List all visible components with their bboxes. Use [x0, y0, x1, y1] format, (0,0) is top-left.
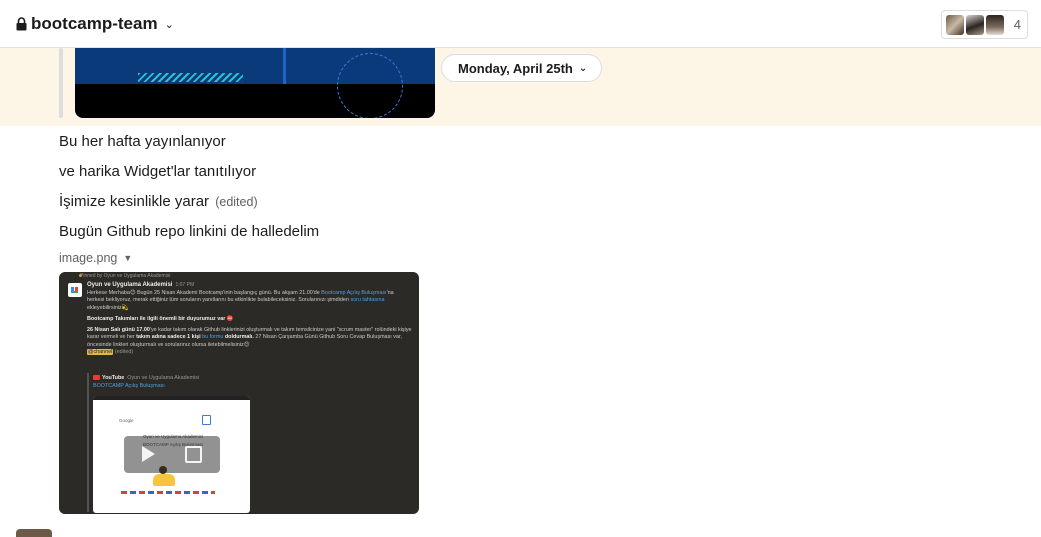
thumbnail-topbar — [93, 396, 250, 400]
youtube-source: YouTube — [102, 375, 125, 381]
caret-down-icon: ▼ — [123, 253, 133, 263]
chevron-down-icon: ⌄ — [164, 18, 174, 31]
text: 26 Nisan Salı günü 17.00 — [87, 327, 150, 334]
illustration-body — [153, 474, 175, 486]
paragraph: Herkese Merhaba😊 Bugün 25 Nisan Akademi … — [87, 290, 412, 312]
link: Bootcamp Açılış Buluşması — [321, 290, 387, 296]
paragraph: 26 Nisan Salı günü 17.00'ye kadar takım … — [87, 327, 412, 356]
avatar — [985, 14, 1004, 35]
member-count: 4 — [1013, 17, 1021, 32]
edited-label: (edited) — [114, 349, 134, 356]
author-name: Oyun ve Uygulama Akademisi — [87, 282, 173, 288]
channel-name: bootcamp-team — [31, 14, 158, 33]
youtube-thumbnail: Google Oyun ve Uygulama Akademisi BOOTCA… — [93, 396, 250, 513]
text: Bootcamp Takımları ile ilgili önemli bir… — [87, 315, 234, 322]
illustration-head — [159, 466, 167, 474]
youtube-border — [87, 373, 89, 512]
message-text: İşimize kesinlikle yarar — [59, 193, 210, 210]
avatar — [16, 529, 52, 537]
academy-logo-icon — [68, 283, 82, 297]
message-text-edited: İşimize kesinlikle yarar (edited) — [59, 193, 258, 210]
text: doldurmalı. — [224, 334, 254, 341]
text: Herkese Merhaba😊 Bugün 25 Nisan Akademi … — [87, 290, 322, 296]
video-preview[interactable] — [75, 48, 435, 118]
file-name-toggle[interactable]: image.png ▼ — [59, 251, 132, 265]
lock-icon — [16, 17, 27, 31]
paragraph: Bootcamp Takımları ile ilgili önemli bir… — [87, 316, 412, 323]
academy-icon — [202, 415, 211, 425]
google-label: Google — [119, 418, 134, 423]
thumbnail-line: Oyun ve Uygulama Akademisi — [142, 434, 204, 439]
message-text: Bugün Github repo linkini de halledelim — [59, 223, 320, 240]
avatar — [965, 14, 984, 35]
sponsor-logos — [121, 491, 215, 494]
message-text: Bu her hafta yayınlanıyor — [59, 133, 226, 150]
video-circle-decoration — [337, 53, 403, 118]
edited-label: (edited) — [215, 195, 258, 209]
message-author: Oyun ve Uygulama Akademisi 1:07 PM — [87, 281, 194, 289]
channel-mention: @channel — [87, 349, 114, 356]
message-body: Herkese Merhaba😊 Bugün 25 Nisan Akademi … — [87, 290, 412, 359]
attachment-border — [59, 48, 63, 118]
video-line-decoration — [283, 48, 286, 84]
message-text: ve harika Widget'lar tanıtılıyor — [59, 163, 257, 180]
external-link-icon — [185, 446, 202, 463]
play-icon — [142, 446, 155, 462]
youtube-title: BOOTCAMP Açılış Buluşması — [93, 383, 165, 389]
video-stripe-decoration — [138, 73, 243, 82]
avatar — [945, 14, 964, 35]
image-attachment[interactable]: Pinned by Oyun ve Uygulama Akademisi Oyu… — [59, 272, 419, 514]
message-time: 1:07 PM — [175, 282, 195, 288]
youtube-icon — [93, 375, 100, 381]
link: soru tahtasına — [350, 297, 385, 304]
channel-name-button[interactable]: bootcamp-team ⌄ — [16, 14, 174, 34]
file-name: image.png — [59, 251, 118, 265]
text: ekleyebilirsiniz💫 — [87, 304, 129, 311]
youtube-header: YouTube Oyun ve Uygulama Akademisi — [93, 375, 199, 382]
date-divider-button[interactable]: Monday, April 25th ⌄ — [441, 54, 603, 82]
date-label: Monday, April 25th — [458, 60, 573, 76]
link: bu formu — [202, 334, 224, 341]
members-button[interactable]: 4 — [940, 10, 1028, 39]
text: takım adına sadece 1 kişi — [136, 334, 201, 341]
channel-header: bootcamp-team ⌄ 4 — [0, 0, 1041, 48]
chevron-down-icon: ⌄ — [578, 62, 588, 74]
video-frame — [75, 48, 435, 118]
pinned-label: Pinned by Oyun ve Uygulama Akademisi — [80, 273, 171, 279]
youtube-channel: Oyun ve Uygulama Akademisi — [127, 375, 200, 381]
